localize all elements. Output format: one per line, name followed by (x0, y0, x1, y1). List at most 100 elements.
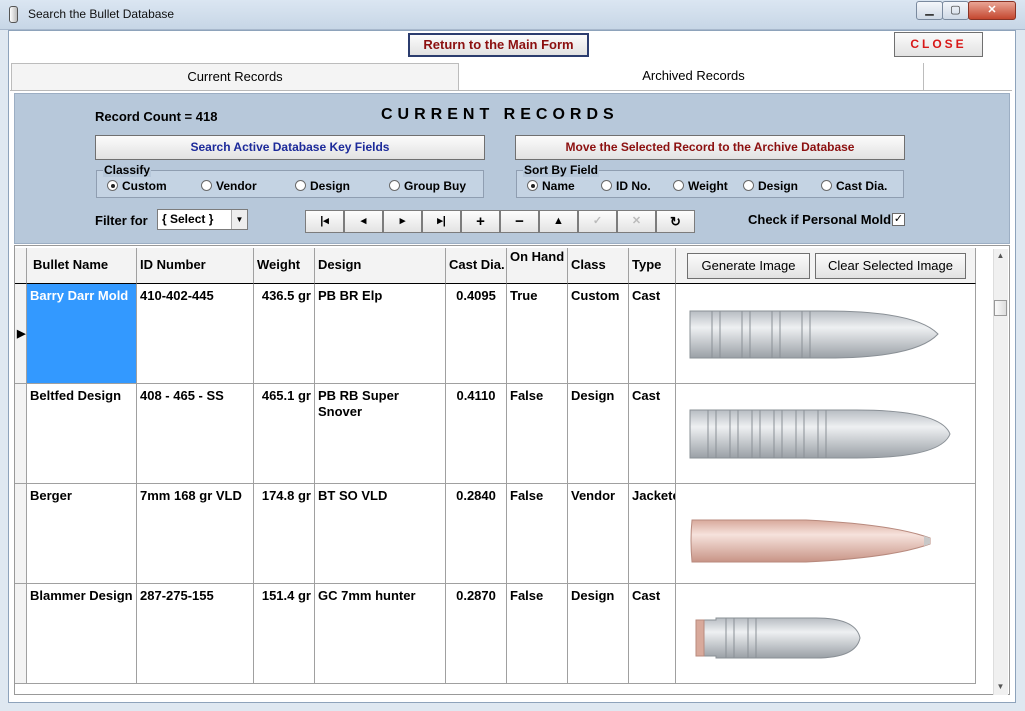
tab-current-records[interactable]: Current Records (11, 63, 459, 90)
refresh-icon: ↻ (670, 214, 681, 229)
prev-record-button[interactable]: ◂ (344, 210, 383, 233)
cell-class[interactable]: Vendor (568, 484, 629, 584)
col-weight[interactable]: Weight (254, 248, 315, 284)
sort-name-radio[interactable]: Name (527, 179, 575, 193)
cell-type[interactable]: Jacketed (629, 484, 676, 584)
return-main-form-button[interactable]: Return to the Main Form (408, 33, 589, 57)
personal-mold-checkbox[interactable]: ✓ (892, 213, 905, 226)
col-on-hand[interactable]: On Hand (507, 248, 568, 284)
sort-castdia-radio[interactable]: Cast Dia. (821, 179, 887, 193)
last-record-icon: ▸| (437, 215, 446, 227)
cell-bullet-name[interactable]: Berger (27, 484, 137, 584)
col-design[interactable]: Design (315, 248, 446, 284)
cell-design[interactable]: PB RB Super Snover (315, 384, 446, 484)
bullet-image[interactable] (676, 284, 976, 384)
col-cast-dia[interactable]: Cast Dia. (446, 248, 507, 284)
maximize-button[interactable]: ▢ (942, 1, 969, 20)
cell-design[interactable]: GC 7mm hunter (315, 584, 446, 684)
scroll-thumb[interactable] (994, 300, 1007, 316)
scroll-down-icon[interactable]: ▼ (994, 681, 1007, 693)
classify-vendor-radio[interactable]: Vendor (201, 179, 257, 193)
cell-weight[interactable]: 436.5 gr (254, 284, 315, 384)
cell-on-hand[interactable]: False (507, 384, 568, 484)
classify-group: Classify Custom Vendor Design Group Buy (96, 163, 484, 198)
cell-class[interactable]: Custom (568, 284, 629, 384)
undo-check-button[interactable]: ✓ (578, 210, 617, 233)
cell-on-hand[interactable]: False (507, 484, 568, 584)
cell-cast-dia[interactable]: 0.2870 (446, 584, 507, 684)
cell-id-number[interactable]: 410-402-445 (137, 284, 254, 384)
classify-groupbuy-radio[interactable]: Group Buy (389, 179, 466, 193)
col-id-number[interactable]: ID Number (137, 248, 254, 284)
col-bullet-name[interactable]: Bullet Name (27, 248, 137, 284)
save-up-icon: ▲ (553, 215, 564, 227)
record-count: Record Count = 418 (95, 109, 218, 124)
cell-design[interactable]: PB BR Elp (315, 284, 446, 384)
sort-weight-radio[interactable]: Weight (673, 179, 728, 193)
panel-title: CURRENT RECORDS (381, 106, 619, 123)
cell-bullet-name[interactable]: Beltfed Design (27, 384, 137, 484)
row-selector[interactable]: ▶ (15, 284, 27, 384)
cell-on-hand[interactable]: False (507, 584, 568, 684)
filter-label: Filter for (95, 213, 148, 228)
cell-id-number[interactable]: 7mm 168 gr VLD (137, 484, 254, 584)
refresh-button[interactable]: ↻ (656, 210, 695, 233)
cell-cast-dia[interactable]: 0.2840 (446, 484, 507, 584)
cell-design[interactable]: BT SO VLD (315, 484, 446, 584)
delete-record-icon: − (515, 213, 524, 230)
save-up-button[interactable]: ▲ (539, 210, 578, 233)
window-close-button[interactable]: ✕ (968, 1, 1016, 20)
bullet-image[interactable] (676, 484, 976, 584)
move-to-archive-button[interactable]: Move the Selected Record to the Archive … (515, 135, 905, 160)
cell-cast-dia[interactable]: 0.4110 (446, 384, 507, 484)
row-selector[interactable] (15, 584, 27, 684)
classify-custom-radio[interactable]: Custom (107, 179, 167, 193)
bullet-image[interactable] (676, 584, 976, 684)
delete-record-button[interactable]: − (500, 210, 539, 233)
filter-select[interactable]: { Select } ▼ (157, 209, 248, 230)
sort-idno-radio[interactable]: ID No. (601, 179, 651, 193)
add-record-icon: + (476, 213, 485, 230)
sort-label: Sort By Field (523, 163, 600, 177)
cell-weight[interactable]: 465.1 gr (254, 384, 315, 484)
row-selector[interactable] (15, 384, 27, 484)
cell-class[interactable]: Design (568, 384, 629, 484)
classify-design-radio[interactable]: Design (295, 179, 350, 193)
last-record-button[interactable]: ▸| (422, 210, 461, 233)
scroll-up-icon[interactable]: ▲ (994, 250, 1007, 262)
cell-bullet-name[interactable]: Barry Darr Mold (27, 284, 137, 384)
cell-class[interactable]: Design (568, 584, 629, 684)
next-record-button[interactable]: ▸ (383, 210, 422, 233)
col-class[interactable]: Class (568, 248, 629, 284)
cell-weight[interactable]: 151.4 gr (254, 584, 315, 684)
generate-image-button[interactable]: Generate Image (687, 253, 810, 279)
app-icon (9, 6, 18, 23)
cell-id-number[interactable]: 408 - 465 - SS (137, 384, 254, 484)
cell-on-hand[interactable]: True (507, 284, 568, 384)
sort-design-radio[interactable]: Design (743, 179, 798, 193)
cancel-button[interactable]: ✕ (617, 210, 656, 233)
cancel-x-icon: ✕ (631, 215, 642, 227)
cell-cast-dia[interactable]: 0.4095 (446, 284, 507, 384)
minimize-button[interactable]: ▁ (916, 1, 943, 20)
row-pointer-icon: ▶ (17, 328, 26, 340)
col-type[interactable]: Type (629, 248, 676, 284)
first-record-button[interactable]: |◂ (305, 210, 344, 233)
next-record-icon: ▸ (399, 215, 406, 227)
cell-type[interactable]: Cast (629, 584, 676, 684)
cell-type[interactable]: Cast (629, 384, 676, 484)
search-key-fields-button[interactable]: Search Active Database Key Fields (95, 135, 485, 160)
cell-id-number[interactable]: 287-275-155 (137, 584, 254, 684)
add-record-button[interactable]: + (461, 210, 500, 233)
close-button[interactable]: CLOSE (894, 32, 983, 57)
filter-select-value: { Select } (162, 212, 214, 226)
tab-archived-records[interactable]: Archived Records (464, 63, 924, 90)
row-selector[interactable] (15, 484, 27, 584)
cell-weight[interactable]: 174.8 gr (254, 484, 315, 584)
clear-selected-image-button[interactable]: Clear Selected Image (815, 253, 966, 279)
sort-group: Sort By Field Name ID No. Weight Design … (516, 163, 904, 198)
cell-type[interactable]: Cast (629, 284, 676, 384)
first-record-icon: |◂ (320, 215, 329, 227)
bullet-image[interactable] (676, 384, 976, 484)
cell-bullet-name[interactable]: Blammer Design (27, 584, 137, 684)
